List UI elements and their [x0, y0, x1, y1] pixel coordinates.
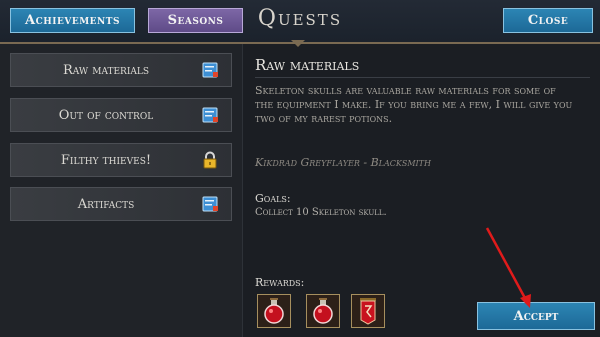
- accept-button[interactable]: Accept: [477, 302, 595, 330]
- quest-item-out-of-control[interactable]: Out of control: [10, 98, 232, 132]
- health-potion-icon: [264, 298, 284, 324]
- quest-label: Artifacts: [77, 196, 135, 212]
- quest-item-artifacts[interactable]: Artifacts: [10, 187, 232, 221]
- goals-text: Collect 10 Skeleton skull.: [255, 207, 387, 218]
- reward-slot[interactable]: [306, 294, 340, 328]
- quest-label: Out of control: [58, 107, 154, 123]
- quest-description: Skeleton skulls are valuable raw materia…: [255, 84, 573, 125]
- reward-slot[interactable]: [257, 294, 291, 328]
- red-banner-icon: [360, 298, 376, 325]
- rewards-heading: Rewards:: [255, 276, 305, 289]
- quest-item-filthy-thieves[interactable]: Filthy thieves!: [10, 143, 232, 177]
- quest-author: Kikdrad Greyflayer - Blacksmith: [255, 156, 431, 169]
- quest-item-raw-materials[interactable]: Raw materials: [10, 53, 232, 87]
- quest-label: Raw materials: [62, 62, 150, 78]
- quest-label: Filthy thieves!: [60, 152, 152, 168]
- reward-slot[interactable]: [351, 294, 385, 328]
- quest-list: Raw materials Out of control Filthy thie…: [0, 44, 243, 337]
- quest-title: Raw materials: [255, 56, 360, 74]
- book-icon: [201, 61, 219, 79]
- goals-heading: Goals:: [255, 192, 291, 205]
- book-icon: [201, 106, 219, 124]
- health-potion-icon: [313, 298, 333, 324]
- close-button[interactable]: Close: [503, 8, 593, 33]
- divider: [255, 77, 590, 78]
- lock-icon: [201, 151, 219, 169]
- book-icon: [201, 195, 219, 213]
- quest-detail: Raw materials Skeleton skulls are valuab…: [243, 44, 600, 337]
